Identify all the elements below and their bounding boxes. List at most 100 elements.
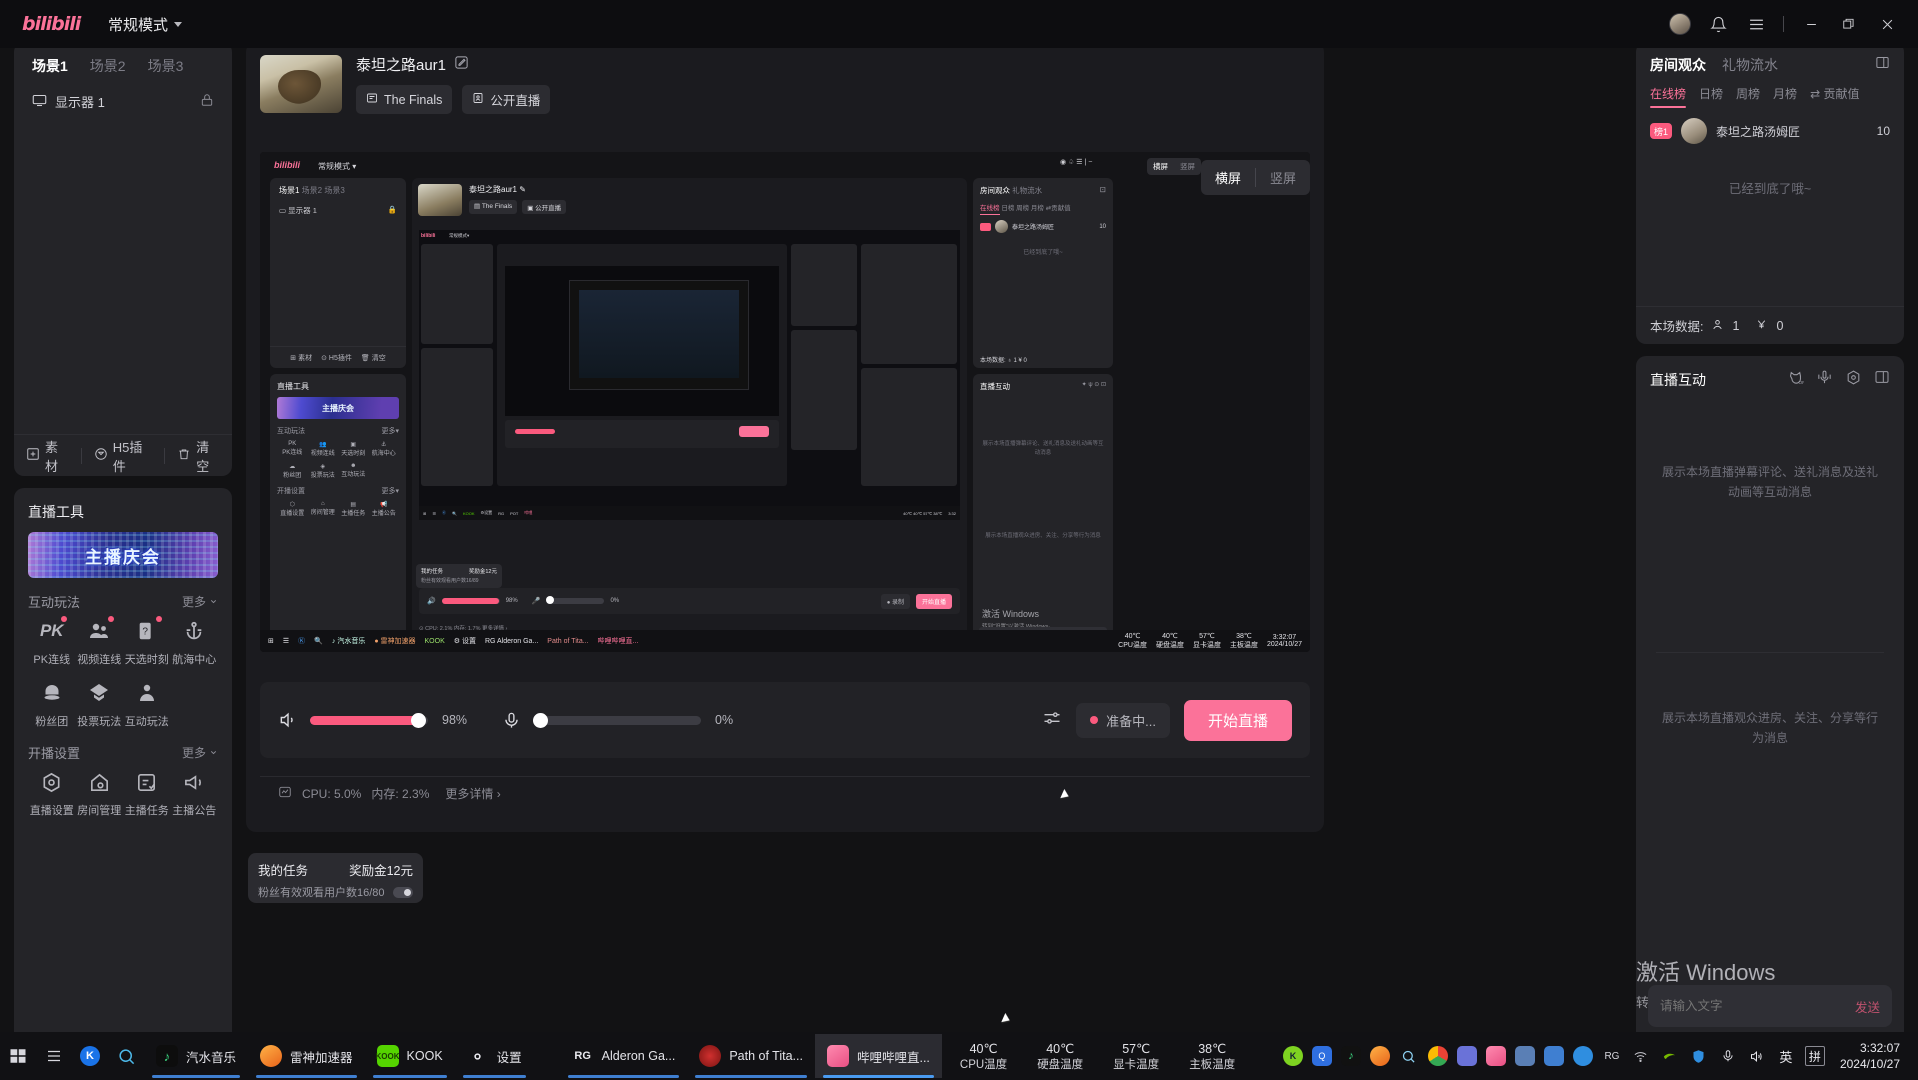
bili-tray-icon[interactable] bbox=[1485, 1046, 1506, 1066]
rank-tab-weekly[interactable]: 周榜 bbox=[1736, 85, 1760, 108]
restore-icon[interactable] bbox=[1838, 13, 1860, 35]
mixer-icon[interactable] bbox=[1042, 708, 1062, 733]
h5-plugin-button[interactable]: H5插件 bbox=[82, 437, 165, 475]
cloud-tray-icon[interactable] bbox=[1572, 1046, 1593, 1066]
doc-tray-icon[interactable] bbox=[1514, 1046, 1535, 1066]
rank-tab-daily[interactable]: 日榜 bbox=[1699, 85, 1723, 108]
more-details-link[interactable]: 更多详情 › bbox=[445, 785, 500, 802]
lock-icon[interactable] bbox=[200, 93, 214, 110]
tool-streamer-tasks[interactable]: 主播任务 bbox=[123, 768, 171, 818]
music-icon: ♪ bbox=[156, 1045, 178, 1067]
tag-category[interactable]: The Finals bbox=[356, 85, 453, 114]
tool-live-settings[interactable]: 直播设置 bbox=[28, 768, 76, 818]
minimize-icon[interactable] bbox=[1800, 13, 1822, 35]
rank-tab-contribution[interactable]: ⇄ 贡献值 bbox=[1810, 85, 1859, 108]
tab-room-viewers[interactable]: 房间观众 bbox=[1650, 55, 1706, 75]
interaction-group-header: 互动玩法 更多 bbox=[28, 592, 218, 611]
scene-tab-3[interactable]: 场景3 bbox=[148, 56, 184, 76]
edit-icon[interactable] bbox=[454, 55, 469, 74]
menu-icon[interactable] bbox=[1745, 13, 1767, 35]
scene-tab-1[interactable]: 场景1 bbox=[32, 56, 68, 76]
search-tray-icon[interactable] bbox=[1399, 1046, 1419, 1066]
tag-visibility[interactable]: 公开直播 bbox=[462, 85, 551, 114]
orientation-tab-portrait[interactable]: 竖屏 bbox=[1256, 160, 1310, 195]
mic-icon[interactable] bbox=[502, 711, 521, 730]
viewer-value: 10 bbox=[1876, 124, 1890, 138]
tool-video-link[interactable]: 视频连线 bbox=[76, 616, 124, 667]
ime-en-icon[interactable]: 英 bbox=[1776, 1046, 1796, 1066]
chat-send-button[interactable]: 发送 bbox=[1855, 997, 1880, 1016]
task-view-icon[interactable] bbox=[36, 1036, 72, 1076]
tab-gift-stream[interactable]: 礼物流水 bbox=[1722, 55, 1778, 75]
nested-orientation-tabs: 横屏 竖屏 bbox=[1147, 158, 1201, 175]
chrome-tray-icon[interactable] bbox=[1427, 1046, 1448, 1066]
tool-navigation-center[interactable]: 航海中心 bbox=[171, 617, 219, 667]
box-tray-icon[interactable] bbox=[1456, 1046, 1477, 1066]
tool-streamer-announcement[interactable]: 主播公告 bbox=[171, 768, 219, 818]
gear-icon[interactable] bbox=[1845, 369, 1862, 391]
mic-wave-icon[interactable] bbox=[1816, 369, 1833, 391]
promo-banner[interactable]: 主播庆会 bbox=[28, 532, 218, 578]
tool-lottery[interactable]: ? 天选时刻 bbox=[123, 616, 171, 667]
rank-tab-monthly[interactable]: 月榜 bbox=[1773, 85, 1797, 108]
avatar[interactable] bbox=[1669, 13, 1691, 35]
viewer-rank-row[interactable]: 榜1 泰坦之路汤姆匠 10 bbox=[1636, 108, 1904, 150]
nvidia-icon[interactable] bbox=[1660, 1046, 1680, 1066]
rg-tray-icon[interactable]: RG bbox=[1602, 1046, 1622, 1066]
status-badge[interactable]: 准备中... bbox=[1076, 702, 1170, 738]
search-icon[interactable] bbox=[108, 1036, 144, 1076]
clear-button[interactable]: 清空 bbox=[165, 437, 232, 475]
close-icon[interactable] bbox=[1876, 13, 1898, 35]
expand-icon[interactable] bbox=[1874, 369, 1890, 391]
channel-cover[interactable] bbox=[260, 55, 342, 113]
my-task-card[interactable]: 我的任务 奖励金12元 粉丝有效观看用户数16/80 bbox=[248, 853, 423, 903]
volume-icon[interactable] bbox=[1747, 1046, 1767, 1066]
taskbar-clock[interactable]: 3:32:07 2024/10/27 bbox=[1834, 1040, 1910, 1072]
ime-pinyin-icon[interactable]: 拼 bbox=[1804, 1046, 1825, 1066]
taskbar-app-bilibili-live[interactable]: 哔哩哔哩直... bbox=[814, 1034, 942, 1078]
taskbar-app-alderon[interactable]: RG Alderon Ga... bbox=[560, 1034, 688, 1078]
music-tray-icon[interactable]: ♪ bbox=[1340, 1046, 1361, 1066]
mode-selector[interactable]: 常规模式 bbox=[108, 14, 183, 35]
stream-preview[interactable]: bilibili 常规模式 ▾ 场景1 场景2 场景3 ▭ 显示器 1 🔒 ⊞ … bbox=[260, 152, 1310, 652]
tool-vote[interactable]: 投票玩法 bbox=[76, 679, 124, 729]
wifi-icon[interactable] bbox=[1631, 1046, 1651, 1066]
speaker-slider-knob[interactable] bbox=[410, 712, 426, 728]
chat-input-field[interactable] bbox=[1660, 999, 1855, 1013]
booster-tray-icon[interactable] bbox=[1369, 1046, 1390, 1066]
start-stream-button[interactable]: 开始直播 bbox=[1183, 699, 1292, 741]
rank-tab-online[interactable]: 在线榜 bbox=[1650, 85, 1687, 108]
tool-fan-club[interactable]: 粉丝团 bbox=[28, 679, 76, 729]
add-material-button[interactable]: 素材 bbox=[14, 437, 81, 475]
taskbar-app-path-of-titans[interactable]: Path of Tita... bbox=[687, 1034, 815, 1078]
my-task-toggle[interactable] bbox=[393, 886, 413, 898]
chat-input-bar[interactable]: 发送 bbox=[1648, 985, 1892, 1027]
tool-pk-link[interactable]: PK PK连线 bbox=[28, 616, 76, 667]
q-tray-icon[interactable]: Q bbox=[1311, 1046, 1332, 1066]
windows-icon[interactable] bbox=[0, 1036, 36, 1076]
taskbar-app-settings[interactable]: 设置 bbox=[455, 1034, 534, 1078]
orientation-tab-landscape[interactable]: 横屏 bbox=[1201, 160, 1255, 195]
tool-room-management[interactable]: 房间管理 bbox=[76, 768, 124, 818]
broadcast-settings-group-more[interactable]: 更多 bbox=[182, 744, 218, 761]
note-tray-icon[interactable] bbox=[1543, 1046, 1564, 1066]
shield-icon[interactable] bbox=[1689, 1046, 1709, 1066]
bell-icon[interactable] bbox=[1707, 13, 1729, 35]
interaction-group-more[interactable]: 更多 bbox=[182, 593, 218, 610]
source-item-monitor[interactable]: 显示器 1 bbox=[14, 86, 232, 117]
mic-slider[interactable] bbox=[533, 712, 701, 728]
mic-tray-icon[interactable] bbox=[1718, 1046, 1738, 1066]
cat-off-icon[interactable]: OFF bbox=[1787, 369, 1808, 391]
speaker-icon[interactable] bbox=[278, 710, 298, 730]
k-tray-icon[interactable]: K bbox=[1282, 1046, 1303, 1066]
scene-tab-2[interactable]: 场景2 bbox=[90, 56, 126, 76]
temp-disk-value: 40℃ bbox=[1046, 1041, 1075, 1056]
taskbar-app-leishen[interactable]: 雷神加速器 bbox=[248, 1034, 365, 1078]
taskbar-app-qishui[interactable]: ♪ 汽水音乐 bbox=[144, 1034, 248, 1078]
taskbar-app-kook[interactable]: KOOK KOOK bbox=[365, 1034, 455, 1078]
tool-interaction[interactable]: 互动玩法 bbox=[123, 679, 171, 729]
k-icon[interactable]: K bbox=[72, 1036, 108, 1076]
expand-icon[interactable] bbox=[1875, 55, 1890, 75]
mic-slider-knob[interactable] bbox=[533, 712, 548, 728]
speaker-slider[interactable] bbox=[310, 712, 428, 728]
